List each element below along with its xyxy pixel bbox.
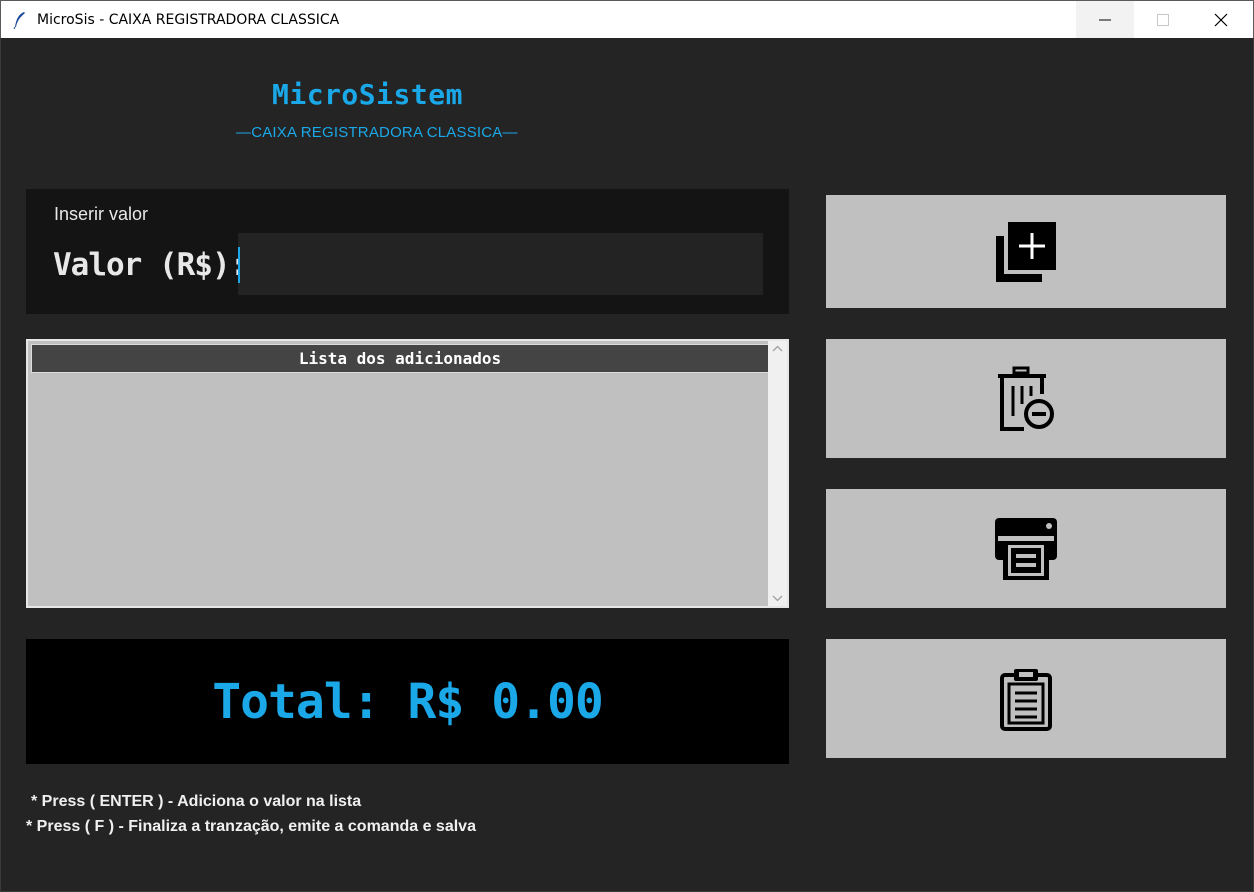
add-value-button[interactable] [826, 195, 1226, 308]
window-title: MicroSis - CAIXA REGISTRADORA CLASSICA [37, 12, 340, 28]
hint-finalize: * Press ( F ) - Finaliza a tranzação, em… [26, 818, 476, 835]
maximize-icon [1157, 14, 1169, 26]
list-column-header[interactable]: Lista dos adicionados [31, 344, 769, 373]
chevron-up-icon[interactable] [772, 345, 783, 353]
text-caret [238, 247, 240, 283]
total-panel: Total: R$ 0.00 [26, 639, 789, 764]
list-body[interactable] [31, 374, 769, 604]
close-button[interactable] [1192, 1, 1250, 39]
trash-remove-icon [998, 366, 1054, 431]
valor-label: Valor (R$): [53, 247, 248, 283]
printer-icon [995, 517, 1057, 580]
input-panel-title: Inserir valor [54, 204, 149, 224]
hint-enter: * Press ( ENTER ) - Adiciona o valor na … [31, 793, 362, 810]
minimize-icon [1099, 19, 1111, 21]
minimize-button[interactable] [1076, 1, 1134, 39]
chevron-down-icon[interactable] [772, 594, 783, 602]
receipts-button[interactable] [826, 639, 1226, 758]
title-bar: MicroSis - CAIXA REGISTRADORA CLASSICA [0, 0, 1254, 39]
add-copy-icon [996, 221, 1056, 282]
brand-subtitle: —CAIXA REGISTRADORA CLASSICA— [236, 124, 518, 141]
close-icon [1214, 13, 1228, 27]
feather-icon [13, 12, 25, 29]
print-button[interactable] [826, 489, 1226, 608]
maximize-button[interactable] [1134, 1, 1192, 39]
input-panel: Inserir valor Valor (R$): [26, 189, 789, 314]
items-list[interactable]: Lista dos adicionados [26, 339, 789, 608]
remove-item-button[interactable] [826, 339, 1226, 458]
brand-title: MicroSistem [272, 78, 463, 111]
total-display: Total: R$ 0.00 [212, 673, 604, 730]
valor-input[interactable] [238, 233, 763, 295]
clipboard-icon [1000, 668, 1052, 731]
list-scrollbar[interactable] [768, 341, 787, 606]
